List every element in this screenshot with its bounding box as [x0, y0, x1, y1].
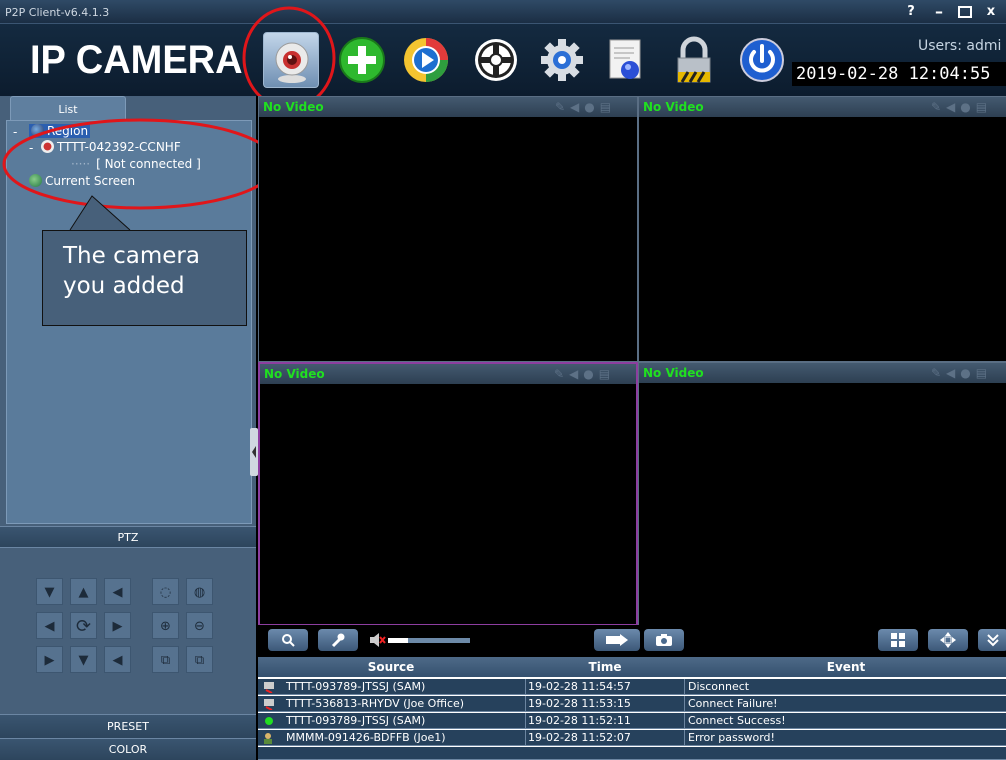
focus-near-icon[interactable]: ◌ [152, 578, 179, 605]
title-bar: P2P Client-v6.4.1.3 ? – x [0, 0, 1006, 24]
speaker-mute-icon[interactable] [368, 632, 386, 648]
record-icon[interactable] [594, 629, 640, 651]
ptz-right-button[interactable]: ▶ [104, 612, 131, 639]
color-section-header[interactable]: COLOR [0, 738, 256, 760]
event-source: TTTT-093789-JTSSJ (SAM) [286, 714, 426, 727]
ptz-down-left-button[interactable]: ▼ [36, 578, 63, 605]
ptz-auto-rotate-button[interactable]: ⟳ [70, 612, 97, 639]
annotation-callout: The camera you added [42, 230, 247, 326]
highlight-circle [242, 6, 336, 110]
ptz-down-button[interactable]: ▼ [70, 646, 97, 673]
table-row[interactable]: TTTT-536813-RHYDV (Joe Office) 19-02-28 … [258, 696, 1006, 712]
event-source: TTTT-536813-RHYDV (Joe Office) [286, 697, 465, 710]
tile-status-label: No Video [643, 366, 704, 380]
ptz-section-header[interactable]: PTZ [0, 526, 256, 548]
left-panel: List - Region - TTTT-042392-CCNHF ·····[… [0, 96, 278, 760]
event-source: MMMM-091426-BDFFB (Joe1) [286, 731, 446, 744]
ptz-down-right-button[interactable]: ◀ [104, 578, 131, 605]
power-icon[interactable] [736, 34, 788, 86]
callout-line-1: The camera [63, 243, 200, 269]
tile-status-label: No Video [263, 100, 324, 114]
events-header: Source Time Event [258, 657, 1006, 677]
tile-controls-icon: ✎◀●▤ [931, 366, 993, 380]
iris-close-icon[interactable]: ⧉ [186, 646, 213, 673]
event-description: Disconnect [688, 680, 750, 693]
column-event[interactable]: Event [686, 660, 1006, 674]
panel-collapse-handle[interactable] [250, 428, 258, 476]
disconnect-icon [264, 682, 274, 693]
clock-display: 2019-02-28 12:04:55 [792, 62, 1006, 86]
event-description: Error password! [688, 731, 775, 744]
add-icon[interactable] [336, 34, 388, 86]
app-logo: IP CAMERA [30, 38, 243, 82]
zoom-in-icon[interactable]: ⊕ [152, 612, 179, 639]
ptz-wheel-icon[interactable] [470, 34, 522, 86]
event-time: 19-02-28 11:53:15 [528, 697, 631, 710]
ptz-up-right-button[interactable]: ◀ [104, 646, 131, 673]
preset-section-header[interactable]: PRESET [0, 714, 256, 738]
video-tile-4[interactable]: No Video ✎◀●▤ [638, 362, 1006, 626]
tile-controls-icon: ✎◀●▤ [555, 100, 617, 114]
minimize-button[interactable]: – [926, 2, 952, 22]
fullscreen-icon[interactable] [928, 629, 968, 651]
video-toolbar [258, 625, 1006, 655]
password-error-icon [264, 733, 272, 744]
maximize-button[interactable] [952, 2, 978, 22]
window-title: P2P Client-v6.4.1.3 [5, 6, 110, 19]
header: IP CAMERA Users: admi 2019-02-28 12:04:5… [0, 6, 1006, 110]
event-time: 19-02-28 11:52:07 [528, 731, 631, 744]
grid-layout-icon[interactable] [878, 629, 918, 651]
tile-status-label: No Video [264, 367, 325, 381]
success-dot-icon [265, 717, 273, 725]
video-tile-2[interactable]: No Video ✎◀●▤ [638, 96, 1006, 362]
snapshot-camera-icon[interactable] [644, 629, 684, 651]
ptz-left-button[interactable]: ◀ [36, 612, 63, 639]
ptz-up-button[interactable]: ▲ [70, 578, 97, 605]
video-tile-3[interactable]: No Video ✎◀●▤ [258, 362, 638, 626]
event-description: Connect Success! [688, 714, 786, 727]
help-button[interactable]: ? [898, 2, 924, 22]
close-button[interactable]: x [978, 2, 1004, 22]
events-table: Source Time Event TTTT-093789-JTSSJ (SAM… [258, 657, 1006, 760]
microphone-icon[interactable] [318, 629, 358, 651]
table-row[interactable]: MMMM-091426-BDFFB (Joe1) 19-02-28 11:52:… [258, 730, 1006, 746]
settings-gear-icon[interactable] [536, 34, 588, 86]
tile-controls-icon: ✎◀●▤ [931, 100, 993, 114]
ptz-up-left-button[interactable]: ▶ [36, 646, 63, 673]
expand-more-icon[interactable] [978, 629, 1006, 651]
callout-line-2: you added [63, 273, 185, 299]
video-tile-1[interactable]: No Video ✎◀●▤ [258, 96, 638, 362]
iris-open-icon[interactable]: ⧉ [152, 646, 179, 673]
tile-controls-icon: ✎◀●▤ [554, 367, 616, 381]
users-label: Users: admi [918, 38, 1002, 54]
tile-status-label: No Video [643, 100, 704, 114]
log-document-icon[interactable] [600, 34, 652, 86]
event-description: Connect Failure! [688, 697, 778, 710]
column-time[interactable]: Time [526, 660, 684, 674]
playback-icon[interactable] [400, 34, 452, 86]
table-row[interactable]: TTTT-093789-JTSSJ (SAM) 19-02-28 11:52:1… [258, 713, 1006, 729]
failure-icon [264, 699, 274, 710]
focus-far-icon[interactable]: ◍ [186, 578, 213, 605]
event-time: 19-02-28 11:54:57 [528, 680, 631, 693]
lock-icon[interactable] [668, 34, 720, 86]
column-source[interactable]: Source [258, 660, 524, 674]
event-source: TTTT-093789-JTSSJ (SAM) [286, 680, 426, 693]
volume-slider[interactable] [388, 638, 470, 643]
table-row[interactable]: TTTT-093789-JTSSJ (SAM) 19-02-28 11:54:5… [258, 679, 1006, 695]
app-window: P2P Client-v6.4.1.3 ? – x IP CAMERA User… [0, 0, 1006, 760]
event-time: 19-02-28 11:52:11 [528, 714, 631, 727]
search-icon[interactable] [268, 629, 308, 651]
table-row-empty [258, 747, 1006, 760]
zoom-out-icon[interactable]: ⊖ [186, 612, 213, 639]
